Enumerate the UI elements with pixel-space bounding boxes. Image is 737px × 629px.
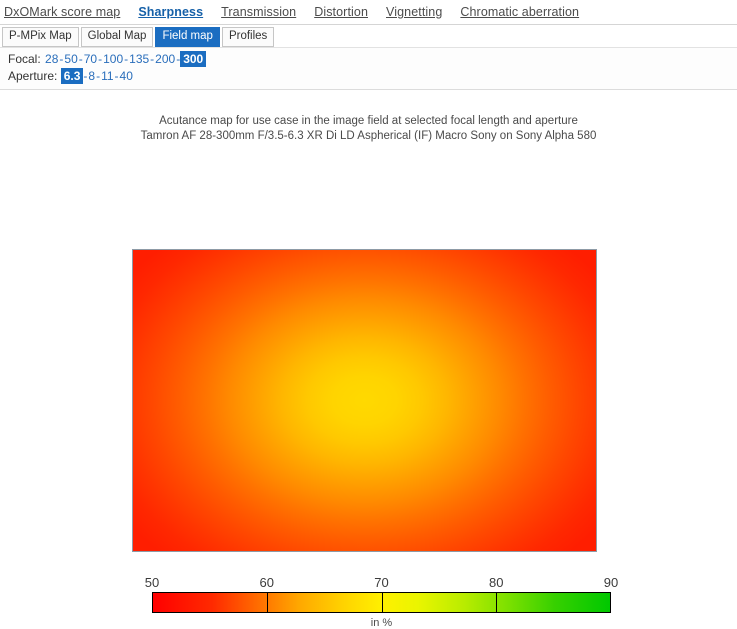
aperture-option-8[interactable]: 8 — [87, 69, 96, 83]
legend-color-bar — [152, 592, 611, 613]
aperture-option-11[interactable]: 11 — [100, 69, 114, 83]
legend-tick-70: 70 — [374, 575, 389, 590]
legend-tick-60: 60 — [259, 575, 274, 590]
map-type-tabs: P-MPix Map Global Map Field map Profiles — [0, 25, 737, 47]
nav-link-vignetting[interactable]: Vignetting — [386, 5, 442, 19]
tab-p-mpix-map[interactable]: P-MPix Map — [2, 27, 79, 47]
chart-subtitle: Tamron AF 28-300mm F/3.5-6.3 XR Di LD As… — [140, 130, 597, 142]
color-legend: 50 60 70 80 90 in % — [145, 575, 618, 629]
tab-global-map[interactable]: Global Map — [80, 27, 154, 47]
acutance-heatmap — [132, 249, 597, 552]
aperture-option-6-3-selected[interactable]: 6.3 — [60, 68, 84, 84]
nav-link-transmission[interactable]: Transmission — [221, 5, 296, 19]
focal-option-70[interactable]: 70 — [83, 52, 98, 66]
tab-field-map[interactable]: Field map — [155, 27, 220, 47]
focal-option-135[interactable]: 135 — [128, 52, 150, 66]
focal-length-row: Focal: 28-50-70-100-135-200- 300 — [8, 51, 737, 68]
acutance-field-map-chart: Acutance map for use case in the image f… — [0, 90, 737, 629]
aperture-separator-3: - — [114, 69, 119, 83]
focal-option-28[interactable]: 28 — [44, 52, 59, 66]
tab-profiles[interactable]: Profiles — [221, 27, 275, 47]
focal-option-50[interactable]: 50 — [63, 52, 78, 66]
legend-divider-60 — [267, 593, 269, 612]
chart-title: Acutance map for use case in the image f… — [159, 115, 578, 127]
aperture-label: Aperture: — [8, 69, 58, 83]
legend-unit-label: in % — [370, 617, 393, 629]
legend-tick-50: 50 — [144, 575, 160, 590]
nav-link-chromatic-aberration[interactable]: Chromatic aberration — [460, 5, 579, 19]
focal-option-100[interactable]: 100 — [102, 52, 124, 66]
focal-option-200[interactable]: 200 — [154, 52, 176, 66]
legend-divider-70 — [381, 593, 383, 612]
nav-link-dxomark-score-map[interactable]: DxOMark score map — [4, 5, 120, 19]
aperture-row: Aperture: 6.3 -8-11-40 — [8, 68, 737, 85]
legend-tick-80: 80 — [489, 575, 504, 590]
focal-length-label: Focal: — [8, 52, 41, 66]
primary-nav: DxOMark score map Sharpness Transmission… — [0, 0, 737, 25]
legend-tick-labels: 50 60 70 80 90 — [145, 575, 618, 592]
nav-link-sharpness[interactable]: Sharpness — [138, 5, 203, 19]
parameter-selectors: Focal: 28-50-70-100-135-200- 300 Aperture… — [0, 47, 737, 90]
legend-tick-90: 90 — [603, 575, 619, 590]
aperture-option-40[interactable]: 40 — [119, 69, 134, 83]
chart-title-block: Acutance map for use case in the image f… — [0, 90, 737, 144]
nav-link-distortion[interactable]: Distortion — [314, 5, 368, 19]
focal-option-300-selected[interactable]: 300 — [180, 51, 207, 67]
legend-divider-80 — [495, 593, 497, 612]
